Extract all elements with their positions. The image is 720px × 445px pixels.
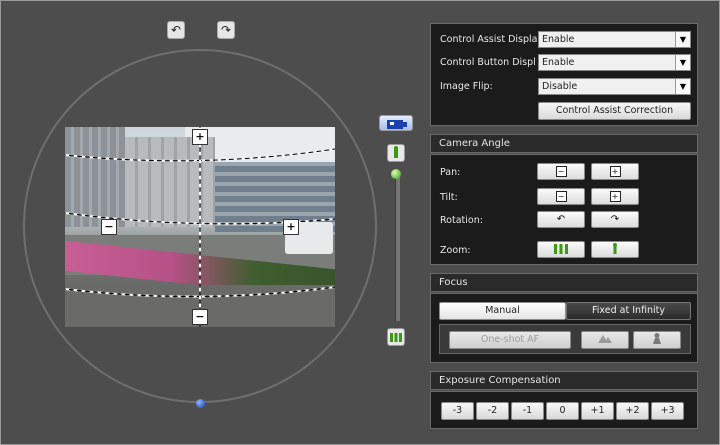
exposure-minus2-button[interactable]: -2: [476, 402, 509, 420]
chevron-down-icon: ▼: [675, 79, 690, 94]
image-flip-label: Image Flip:: [440, 81, 493, 92]
camera-angle-panel: Pan: − + Tilt: − + Rotation: ↶ ↷ Zoom:: [430, 154, 698, 265]
control-assist-display-select[interactable]: Enable ▼: [538, 31, 691, 48]
one-shot-af-button[interactable]: One-shot AF: [449, 331, 571, 349]
pan-right-image-button[interactable]: +: [283, 219, 299, 235]
zoom-wide-icon[interactable]: [387, 328, 405, 346]
display-settings-panel: Control Assist Display Enable ▼ Control …: [430, 23, 698, 126]
zoom-tele-icon: [613, 243, 617, 254]
pan-right-button[interactable]: +: [591, 163, 639, 180]
tilt-label: Tilt:: [440, 192, 458, 203]
zoom-wide-button[interactable]: [537, 241, 585, 258]
exposure-header: Exposure Compensation: [430, 371, 698, 390]
person-icon: [653, 333, 661, 344]
camera-preview-image: + − + −: [65, 127, 335, 327]
rotate-left-angle-button[interactable]: ↶: [537, 211, 585, 228]
pan-left-image-button[interactable]: −: [101, 219, 117, 235]
tilt-up-image-button[interactable]: +: [192, 129, 208, 145]
control-button-display-label: Control Button Display: [440, 57, 536, 68]
focus-near-button[interactable]: [633, 331, 681, 349]
tilt-down-button[interactable]: −: [537, 188, 585, 205]
chevron-down-icon: ▼: [675, 55, 690, 70]
image-flip-value: Disable: [542, 81, 578, 92]
exposure-plus3-button[interactable]: +3: [651, 402, 684, 420]
rotation-label: Rotation:: [440, 215, 483, 226]
zoom-tele-icon[interactable]: [387, 144, 405, 162]
minus-icon: −: [555, 165, 567, 177]
pan-position-indicator[interactable]: [196, 399, 205, 408]
mountain-icon: [598, 335, 612, 343]
zoom-slider-track[interactable]: [395, 173, 400, 321]
tilt-down-image-button[interactable]: −: [192, 309, 208, 325]
control-button-display-value: Enable: [542, 57, 575, 68]
zoom-slider-handle[interactable]: [391, 169, 401, 179]
exposure-panel: -3 -2 -1 0 +1 +2 +3: [430, 391, 698, 429]
minus-icon: −: [555, 190, 567, 202]
control-button-display-select[interactable]: Enable ▼: [538, 54, 691, 71]
focus-far-button[interactable]: [581, 331, 629, 349]
control-assist-correction-button[interactable]: Control Assist Correction: [538, 102, 691, 120]
pan-label: Pan:: [440, 167, 461, 178]
focus-manual-tab[interactable]: Manual: [439, 302, 566, 320]
zoom-wide-icon: [554, 244, 568, 254]
rotate-left-button[interactable]: ↶: [167, 21, 185, 39]
tilt-up-button[interactable]: +: [591, 188, 639, 205]
chevron-down-icon: ▼: [675, 32, 690, 47]
camera-control-window: ↶ ↷ + − + − Control Assist Display Enabl…: [0, 0, 720, 445]
control-assist-display-value: Enable: [542, 34, 575, 45]
focus-panel: Manual Fixed at Infinity One-shot AF: [430, 293, 698, 363]
pan-left-button[interactable]: −: [537, 163, 585, 180]
focus-fixed-infinity-tab[interactable]: Fixed at Infinity: [566, 302, 691, 320]
camera-view-icon[interactable]: [379, 115, 413, 131]
plus-icon: +: [609, 190, 621, 202]
exposure-zero-button[interactable]: 0: [546, 402, 579, 420]
plus-icon: +: [609, 165, 621, 177]
rotate-left-icon: ↶: [556, 214, 566, 225]
rotate-right-angle-button[interactable]: ↷: [591, 211, 639, 228]
zoom-tele-button[interactable]: [591, 241, 639, 258]
zoom-label: Zoom:: [440, 245, 471, 256]
exposure-minus1-button[interactable]: -1: [511, 402, 544, 420]
image-flip-select[interactable]: Disable ▼: [538, 78, 691, 95]
control-assist-display-label: Control Assist Display: [440, 34, 544, 45]
exposure-plus2-button[interactable]: +2: [616, 402, 649, 420]
exposure-plus1-button[interactable]: +1: [581, 402, 614, 420]
rotate-right-button[interactable]: ↷: [217, 21, 235, 39]
focus-header: Focus: [430, 273, 698, 292]
rotate-right-icon: ↷: [610, 214, 620, 225]
camera-icon: [387, 120, 407, 129]
exposure-minus3-button[interactable]: -3: [441, 402, 474, 420]
camera-angle-header: Camera Angle: [430, 134, 698, 153]
